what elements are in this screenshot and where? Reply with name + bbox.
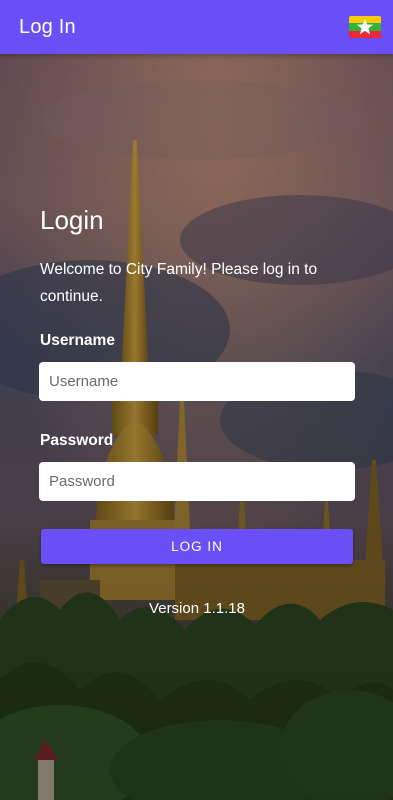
myanmar-flag-icon[interactable]	[349, 16, 381, 38]
password-input[interactable]	[39, 462, 355, 501]
star-icon	[356, 18, 374, 35]
welcome-message: Welcome to City Family! Please log in to…	[40, 261, 318, 305]
version-text: Version 1.1.18	[149, 600, 245, 617]
password-label: Password	[40, 432, 114, 449]
login-form: Login Welcome to City Family! Please log…	[39, 205, 355, 617]
login-heading: Login	[40, 205, 104, 235]
login-button[interactable]: LOG IN	[41, 529, 353, 564]
username-input[interactable]	[39, 362, 355, 401]
app-bar-title: Log In	[19, 15, 76, 38]
app-bar: Log In	[0, 0, 393, 54]
login-screen: Log In Login Welcome to City Family! Ple…	[0, 0, 393, 800]
username-label: Username	[40, 332, 115, 349]
